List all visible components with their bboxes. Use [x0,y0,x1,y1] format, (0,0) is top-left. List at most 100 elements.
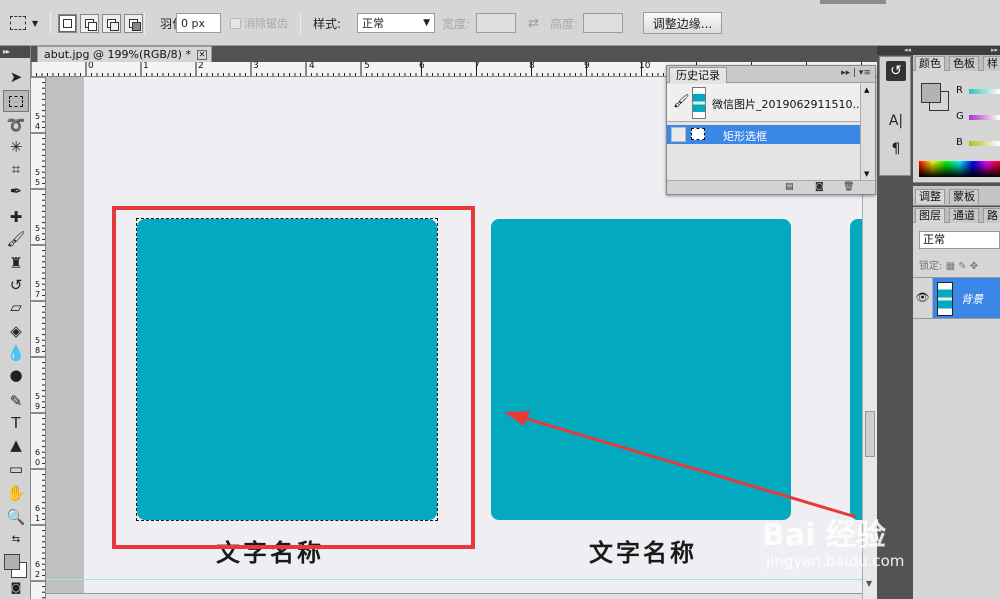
tab-channels[interactable]: 通道 [949,208,979,223]
color-spectrum-bar[interactable] [919,161,1000,177]
foreground-color-swatch[interactable] [921,83,941,103]
history-scrollbar[interactable]: ▲ ▼ [860,84,875,180]
ruler-number: 9 [35,402,41,411]
new-document-from-state-icon[interactable]: ▤ [785,182,794,192]
channel-b-slider[interactable] [969,141,1000,146]
rect-marquee-tool-icon[interactable] [3,90,29,112]
delete-icon[interactable]: 🗑 [843,182,854,192]
channel-g-slider[interactable] [969,115,1000,120]
tab-paths[interactable]: 路 [983,208,1000,223]
feather-input[interactable]: 0 px [176,13,221,33]
annotation-highlight-box [112,206,475,549]
ruler-number: 4 [35,122,41,131]
swap-colors-icon[interactable]: ⇆ [3,528,29,550]
blend-mode-select[interactable]: 正常 [919,231,1000,249]
ruler-number: 7 [35,290,41,299]
magic-wand-tool-icon[interactable]: ✳ [3,136,29,158]
history-brush-tool-icon[interactable]: ↺ [3,274,29,296]
tab-adjustments[interactable]: 调整 [915,189,945,204]
eye-icon[interactable]: 👁 [913,278,933,318]
eyedropper-tool-icon[interactable]: ✒ [3,180,29,202]
tab-swatches[interactable]: 色板 [949,56,979,71]
clone-stamp-tool-icon[interactable]: ♜ [3,252,29,274]
ruler-number: 2 [198,62,204,71]
lock-transparency-icon[interactable]: ▦ [946,261,955,272]
quick-mask-icon[interactable]: ◙ [3,576,29,598]
tab-masks[interactable]: 蒙板 [949,189,979,204]
layers-panel-tabs: 图层 通道 路 [913,207,1000,223]
close-icon[interactable]: ✕ [196,49,207,60]
zoom-tool-icon[interactable]: 🔍 [3,506,29,528]
ruler-number: 6 [35,504,41,513]
layer-thumbnail [937,282,953,316]
panel-grip[interactable]: ▸▸ [913,46,1000,55]
character-panel-icon[interactable]: A| [886,111,906,131]
ruler-number: 5 [364,62,370,71]
crop-tool-icon[interactable]: ⌗ [3,158,29,180]
channel-r-label: R [956,85,963,96]
ruler-number: 6 [35,448,41,457]
vertical-ruler: 5 4 5 5 5 6 5 7 5 8 5 9 6 0 6 1 6 2 [31,77,46,599]
shape-tool-icon[interactable]: ▭ [3,458,29,480]
teal-card-2 [491,219,791,520]
history-brush-source-icon[interactable]: 🖌 [673,94,690,109]
add-to-selection-icon[interactable] [80,13,99,33]
history-snapshot[interactable]: 🖌 微信图片_2019062911510... [667,84,863,122]
dodge-tool-icon[interactable]: ● [3,364,29,386]
ruler-number: 6 [35,560,41,569]
history-tab[interactable]: 历史记录 [669,67,727,83]
ruler-number: 5 [35,224,41,233]
scroll-down-icon[interactable]: ▼ [866,579,872,588]
panel-grip[interactable]: ▸▸ [0,46,30,58]
lock-position-icon[interactable]: ✥ [970,261,978,272]
lasso-tool-icon[interactable]: ➰ [3,114,29,136]
horizontal-scrollbar[interactable] [46,593,862,599]
tool-preset-picker[interactable]: ▼ [10,10,38,36]
swap-dimensions-icon[interactable]: ⇄ [528,10,539,36]
blur-tool-icon[interactable]: 💧 [3,342,29,364]
tab-layers[interactable]: 图层 [915,208,945,223]
channel-b-label: B [956,137,963,148]
paragraph-panel-icon[interactable]: ¶ [886,139,906,159]
history-brush-source-checkbox[interactable] [671,127,686,142]
chevron-down-icon: ▼ [32,18,39,28]
divider [144,12,145,34]
paint-bucket-tool-icon[interactable]: ◈ [3,320,29,342]
tab-color[interactable]: 颜色 [915,56,945,71]
new-snapshot-icon[interactable]: ◙ [815,182,824,192]
document-tab[interactable]: abut.jpg @ 199%(RGB/8) * ✕ [37,46,212,62]
scroll-down-icon[interactable]: ▼ [864,170,869,178]
card-label-2: 文字名称 [589,539,697,567]
foreground-color-swatch[interactable] [4,554,20,570]
history-step-rect-marquee[interactable]: 矩形选框 [667,125,861,144]
type-tool-icon[interactable]: T [3,412,29,434]
move-tool-icon[interactable]: ➤ [3,66,29,88]
style-select[interactable]: 正常 ▼ [357,13,435,33]
eraser-tool-icon[interactable]: ▱ [3,296,29,318]
options-bar: ▼ 羽化: 0 px 消除锯齿 样式: 正常 ▼ 宽度: ⇄ 高度: 调整边缘.… [0,0,1000,46]
healing-brush-tool-icon[interactable]: ✚ [3,206,29,228]
channel-r-slider[interactable] [969,89,1000,94]
pen-tool-icon[interactable]: ✎ [3,390,29,412]
panel-grip[interactable]: ◂◂ [877,46,913,55]
scroll-thumb[interactable] [865,411,875,457]
layer-row-background[interactable]: 👁 背景 [913,277,1000,319]
history-panel-icon[interactable]: ↺ [886,61,906,81]
refine-edge-button[interactable]: 调整边缘... [643,12,722,34]
brush-tool-icon[interactable]: 🖌 [3,228,29,250]
new-selection-icon[interactable] [58,13,77,33]
guide-line[interactable] [46,579,862,580]
width-label: 宽度: [442,16,471,31]
path-selection-tool-icon[interactable]: ▲ [3,434,29,456]
lock-pixels-icon[interactable]: ✎ [958,261,966,272]
intersect-selection-icon[interactable] [124,13,143,33]
scroll-up-icon[interactable]: ▲ [864,86,869,94]
width-input[interactable] [476,13,516,33]
ruler-number: 10 [639,62,651,71]
height-input[interactable] [583,13,623,33]
tab-styles[interactable]: 样 [983,56,1000,71]
antialias-checkbox[interactable]: 消除锯齿 [230,10,288,36]
hand-tool-icon[interactable]: ✋ [3,482,29,504]
subtract-selection-icon[interactable] [102,13,121,33]
panel-menu-icon[interactable]: ▸▸ | ▾≡ [841,68,871,78]
